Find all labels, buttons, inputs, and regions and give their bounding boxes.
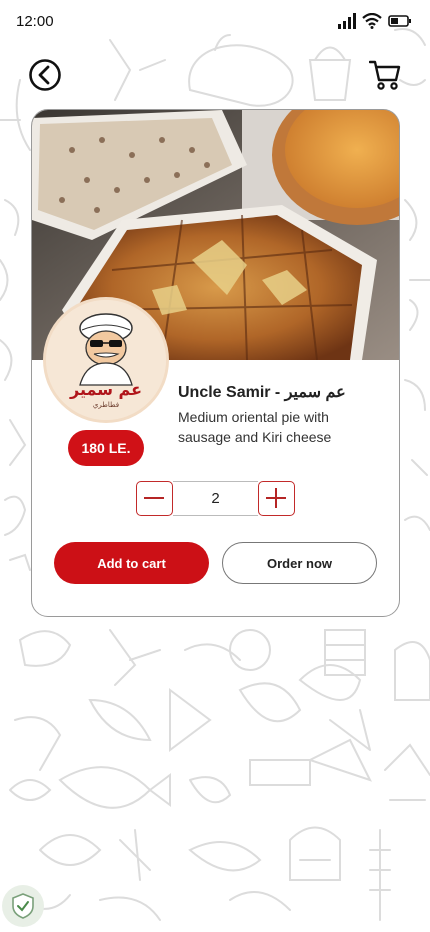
brand-logo: عم سمير فطاطري	[46, 300, 166, 420]
plus-icon	[266, 488, 286, 508]
cart-icon[interactable]	[369, 58, 401, 92]
product-description: Medium oriental pie with sausage and Kir…	[178, 409, 332, 445]
wifi-icon	[362, 13, 382, 29]
status-time: 12:00	[16, 12, 54, 30]
back-icon[interactable]	[28, 58, 62, 92]
status-bar: 12:00	[0, 0, 430, 42]
increase-button[interactable]	[258, 481, 295, 516]
product-title: Uncle Samir - عم سمير	[178, 384, 346, 401]
product-card: عم سمير فطاطري Uncle Samir - عم سمير Med…	[31, 109, 400, 617]
price-badge: 180 LE.	[68, 430, 144, 466]
shield-badge[interactable]	[2, 885, 44, 927]
logo-text-sub: فطاطري	[93, 401, 119, 409]
minus-icon	[144, 497, 164, 499]
shield-icon	[12, 893, 34, 919]
order-now-button[interactable]: Order now	[222, 542, 377, 584]
battery-icon	[388, 15, 411, 27]
signal-icon	[338, 13, 356, 29]
quantity-value: 2	[173, 481, 258, 516]
logo-text-main: عم سمير	[69, 380, 142, 399]
status-icons	[338, 13, 412, 29]
top-bar	[0, 54, 430, 98]
add-to-cart-button[interactable]: Add to cart	[54, 542, 209, 584]
decrease-button[interactable]	[136, 481, 173, 516]
uncle-samir-logo-icon: عم سمير فطاطري	[46, 300, 166, 420]
quantity-stepper: 2	[136, 481, 297, 516]
